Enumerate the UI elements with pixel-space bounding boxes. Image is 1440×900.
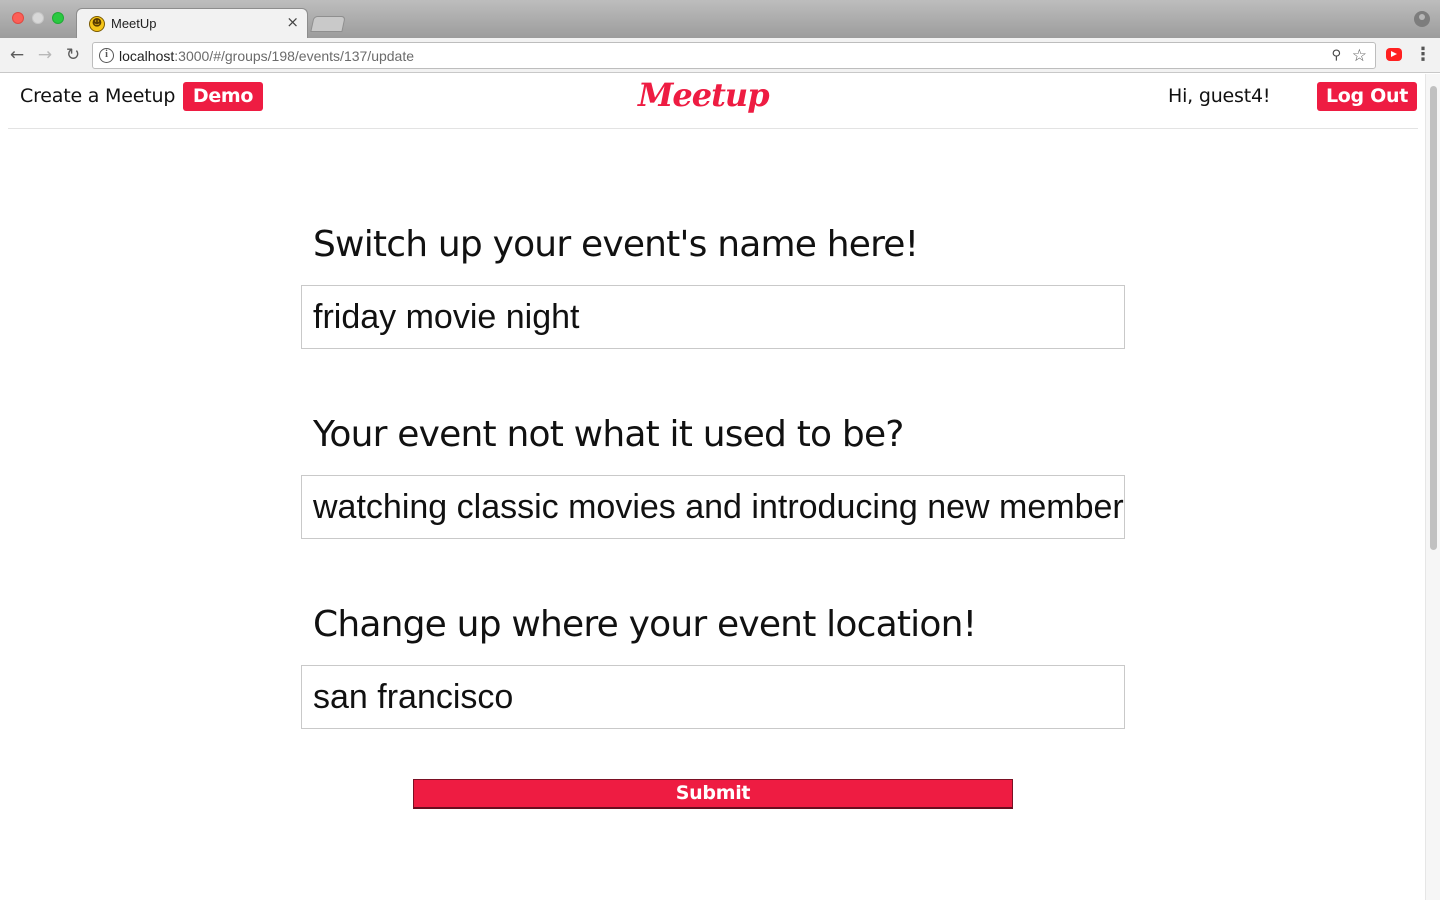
submit-button[interactable]: Submit <box>413 779 1013 809</box>
page-scrollbar[interactable] <box>1425 74 1440 900</box>
url-text[interactable]: localhost:3000/#/groups/198/events/137/u… <box>119 48 414 64</box>
demo-button[interactable]: Demo <box>183 82 263 111</box>
address-bar[interactable]: i localhost:3000/#/groups/198/events/137… <box>92 42 1376 69</box>
browser-titlebar: ☻ MeetUp × <box>0 0 1440 38</box>
event-name-input[interactable]: friday movie night <box>301 285 1125 349</box>
close-window-button[interactable] <box>12 12 24 24</box>
info-icon[interactable]: i <box>99 48 114 63</box>
app-navbar: Create a Meetup Demo Meetup Hi, guest4! … <box>8 74 1418 129</box>
tab-close-icon[interactable]: × <box>286 13 299 31</box>
profile-icon[interactable] <box>1414 11 1430 27</box>
forward-arrow-icon[interactable]: → <box>34 44 56 66</box>
browser-toolbar: ← → ↻ i localhost:3000/#/groups/198/even… <box>0 38 1440 73</box>
bookmark-star-icon[interactable]: ☆ <box>1352 46 1367 66</box>
event-name-label: Switch up your event's name here! <box>313 224 919 265</box>
favicon-icon: ☻ <box>89 16 105 32</box>
logout-button[interactable]: Log Out <box>1317 82 1417 111</box>
browser-tab[interactable]: ☻ MeetUp × <box>76 8 308 38</box>
youtube-extension-icon[interactable] <box>1386 48 1402 61</box>
key-icon[interactable]: ⚲ <box>1331 48 1341 63</box>
event-location-label: Change up where your event location! <box>313 604 977 645</box>
back-arrow-icon[interactable]: ← <box>6 44 28 66</box>
maximize-window-button[interactable] <box>52 12 64 24</box>
meetup-logo[interactable]: Meetup <box>638 76 770 114</box>
event-description-label: Your event not what it used to be? <box>313 414 904 455</box>
scrollbar-thumb[interactable] <box>1430 86 1437 550</box>
url-host: localhost <box>119 48 175 64</box>
create-meetup-link[interactable]: Create a Meetup <box>20 85 175 107</box>
tab-title: MeetUp <box>111 16 157 31</box>
minimize-window-button[interactable] <box>32 12 44 24</box>
url-path: :3000/#/groups/198/events/137/update <box>174 48 415 64</box>
reload-icon[interactable]: ↻ <box>62 44 84 66</box>
user-greeting: Hi, guest4! <box>1168 85 1271 107</box>
event-location-input[interactable]: san francisco <box>301 665 1125 729</box>
browser-menu-icon[interactable]: ⋮ <box>1414 44 1432 66</box>
event-description-input[interactable]: watching classic movies and introducing … <box>301 475 1125 539</box>
new-tab-button[interactable] <box>310 16 346 32</box>
